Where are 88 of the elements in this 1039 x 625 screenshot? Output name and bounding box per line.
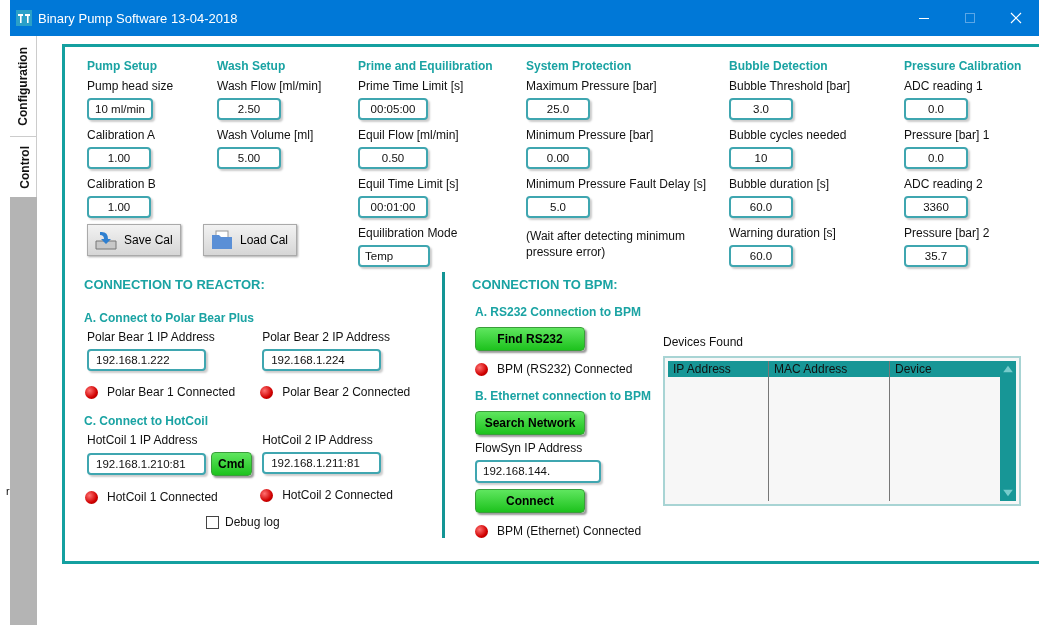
section-heading: Bubble Detection bbox=[729, 59, 829, 75]
section-heading: Wash Setup bbox=[217, 59, 287, 75]
input-field[interactable]: 60.0 bbox=[729, 245, 793, 267]
input-field[interactable]: 25.0 bbox=[526, 98, 590, 120]
status-label: HotCoil 1 Connected bbox=[107, 490, 218, 504]
section-heading: Pressure Calibration bbox=[904, 59, 1023, 75]
field-label: Maximum Pressure [bar] bbox=[526, 79, 658, 95]
status-label: BPM (Ethernet) Connected bbox=[497, 524, 642, 538]
group-heading: B. Ethernet connection to BPM bbox=[475, 389, 651, 405]
section-heading: Pump Setup bbox=[87, 59, 158, 75]
field-label: HotCoil 2 IP Address bbox=[262, 433, 374, 449]
input-field[interactable]: 10 bbox=[729, 147, 793, 169]
folder-icon bbox=[210, 229, 234, 251]
field-label: Calibration B bbox=[87, 177, 157, 193]
input-field[interactable]: 3360 bbox=[904, 196, 968, 218]
input-field[interactable]: 10 ml/min bbox=[87, 98, 153, 120]
ip-field[interactable]: 192.168.1.222 bbox=[87, 349, 206, 371]
input-field[interactable]: 1.00 bbox=[87, 196, 151, 218]
ip-field[interactable]: 192.168.1.224 bbox=[262, 349, 382, 371]
list-title: Devices Found bbox=[663, 335, 745, 351]
load-button[interactable]: Load Cal bbox=[203, 224, 297, 256]
input-field[interactable]: 60.0 bbox=[729, 196, 793, 218]
section-heading: Prime and Equilibration bbox=[358, 59, 494, 75]
input-field[interactable]: 0.00 bbox=[526, 147, 590, 169]
group-heading: A. Connect to Polar Bear Plus bbox=[84, 311, 256, 327]
section-heading: System Protection bbox=[526, 59, 633, 75]
note-text: (Wait after detecting minimum pressure error) bbox=[526, 228, 686, 260]
ip-field[interactable]: 192.168.144. bbox=[475, 460, 601, 483]
section-heading: CONNECTION TO REACTOR: bbox=[84, 277, 266, 294]
field-label: ADC reading 2 bbox=[904, 177, 984, 193]
field-label: Bubble Threshold [bar] bbox=[729, 79, 852, 95]
field-label: FlowSyn IP Address bbox=[475, 441, 583, 457]
status-label: BPM (RS232) Connected bbox=[497, 362, 633, 376]
checkbox-label: Debug log bbox=[225, 515, 280, 529]
input-field[interactable]: 00:01:00 bbox=[358, 196, 428, 218]
column-header[interactable]: Device bbox=[890, 361, 1000, 377]
section-heading: CONNECTION TO BPM: bbox=[472, 277, 619, 294]
ip-field[interactable]: 192.168.1.210:81 bbox=[87, 453, 206, 475]
tray-arrow-icon bbox=[94, 229, 118, 251]
checkbox[interactable] bbox=[206, 515, 219, 529]
input-field[interactable]: 00:05:00 bbox=[358, 98, 428, 120]
field-label: Minimum Pressure Fault Delay [s] bbox=[526, 177, 708, 193]
find-button[interactable]: Find RS232 bbox=[475, 327, 585, 351]
column-header[interactable]: MAC Address bbox=[769, 361, 889, 377]
field-label: Bubble duration [s] bbox=[729, 177, 831, 193]
input-field[interactable]: 5.0 bbox=[526, 196, 590, 218]
app-logo-icon bbox=[16, 10, 32, 26]
input-field[interactable]: Temp bbox=[358, 245, 430, 267]
search-button[interactable]: Search Network bbox=[475, 411, 585, 435]
side-tab[interactable]: Configuration bbox=[10, 36, 37, 137]
status-label: Polar Bear 1 Connected bbox=[107, 385, 236, 399]
input-field[interactable]: 0.0 bbox=[904, 98, 968, 120]
save-button[interactable]: Save Cal bbox=[87, 224, 181, 256]
field-label: HotCoil 1 IP Address bbox=[87, 433, 199, 449]
field-label: Wash Volume [ml] bbox=[217, 128, 315, 144]
field-label: Wash Flow [ml/min] bbox=[217, 79, 323, 95]
input-field[interactable]: 0.50 bbox=[358, 147, 428, 169]
status-label: Polar Bear 2 Connected bbox=[282, 385, 411, 399]
column-header[interactable]: IP Address bbox=[668, 361, 768, 377]
cmd-button[interactable]: Cmd bbox=[211, 452, 252, 476]
field-label: Bubble cycles needed bbox=[729, 128, 848, 144]
scroll-bar[interactable] bbox=[1000, 361, 1016, 501]
field-label: Calibration A bbox=[87, 128, 157, 144]
field-label: Equilibration Mode bbox=[358, 226, 459, 242]
connect-button[interactable]: Connect bbox=[475, 489, 585, 513]
field-label: Pump head size bbox=[87, 79, 175, 95]
input-field[interactable]: 5.00 bbox=[217, 147, 281, 169]
input-field[interactable]: 1.00 bbox=[87, 147, 151, 169]
field-label: ADC reading 1 bbox=[904, 79, 984, 95]
input-field[interactable]: 0.0 bbox=[904, 147, 968, 169]
field-label: Pressure [bar] 1 bbox=[904, 128, 991, 144]
field-label: Polar Bear 1 IP Address bbox=[87, 330, 216, 346]
ip-field[interactable]: 192.168.1.211:81 bbox=[262, 452, 382, 474]
input-field[interactable]: 3.0 bbox=[729, 98, 793, 120]
field-label: Prime Time Limit [s] bbox=[358, 79, 465, 95]
field-label: Equil Time Limit [s] bbox=[358, 177, 460, 193]
field-label: Pressure [bar] 2 bbox=[904, 226, 991, 242]
field-label: Polar Bear 2 IP Address bbox=[262, 330, 391, 346]
field-label: Minimum Pressure [bar] bbox=[526, 128, 655, 144]
input-field[interactable]: 35.7 bbox=[904, 245, 968, 267]
clipped-text: r bbox=[6, 485, 10, 497]
field-label: Equil Flow [ml/min] bbox=[358, 128, 460, 144]
group-heading: A. RS232 Connection to BPM bbox=[475, 305, 641, 321]
field-label: Warning duration [s] bbox=[729, 226, 837, 242]
group-heading: C. Connect to HotCoil bbox=[84, 414, 209, 430]
window-title: Binary Pump Software 13-04-2018 bbox=[38, 10, 238, 26]
status-label: HotCoil 2 Connected bbox=[282, 488, 393, 502]
input-field[interactable]: 2.50 bbox=[217, 98, 281, 120]
